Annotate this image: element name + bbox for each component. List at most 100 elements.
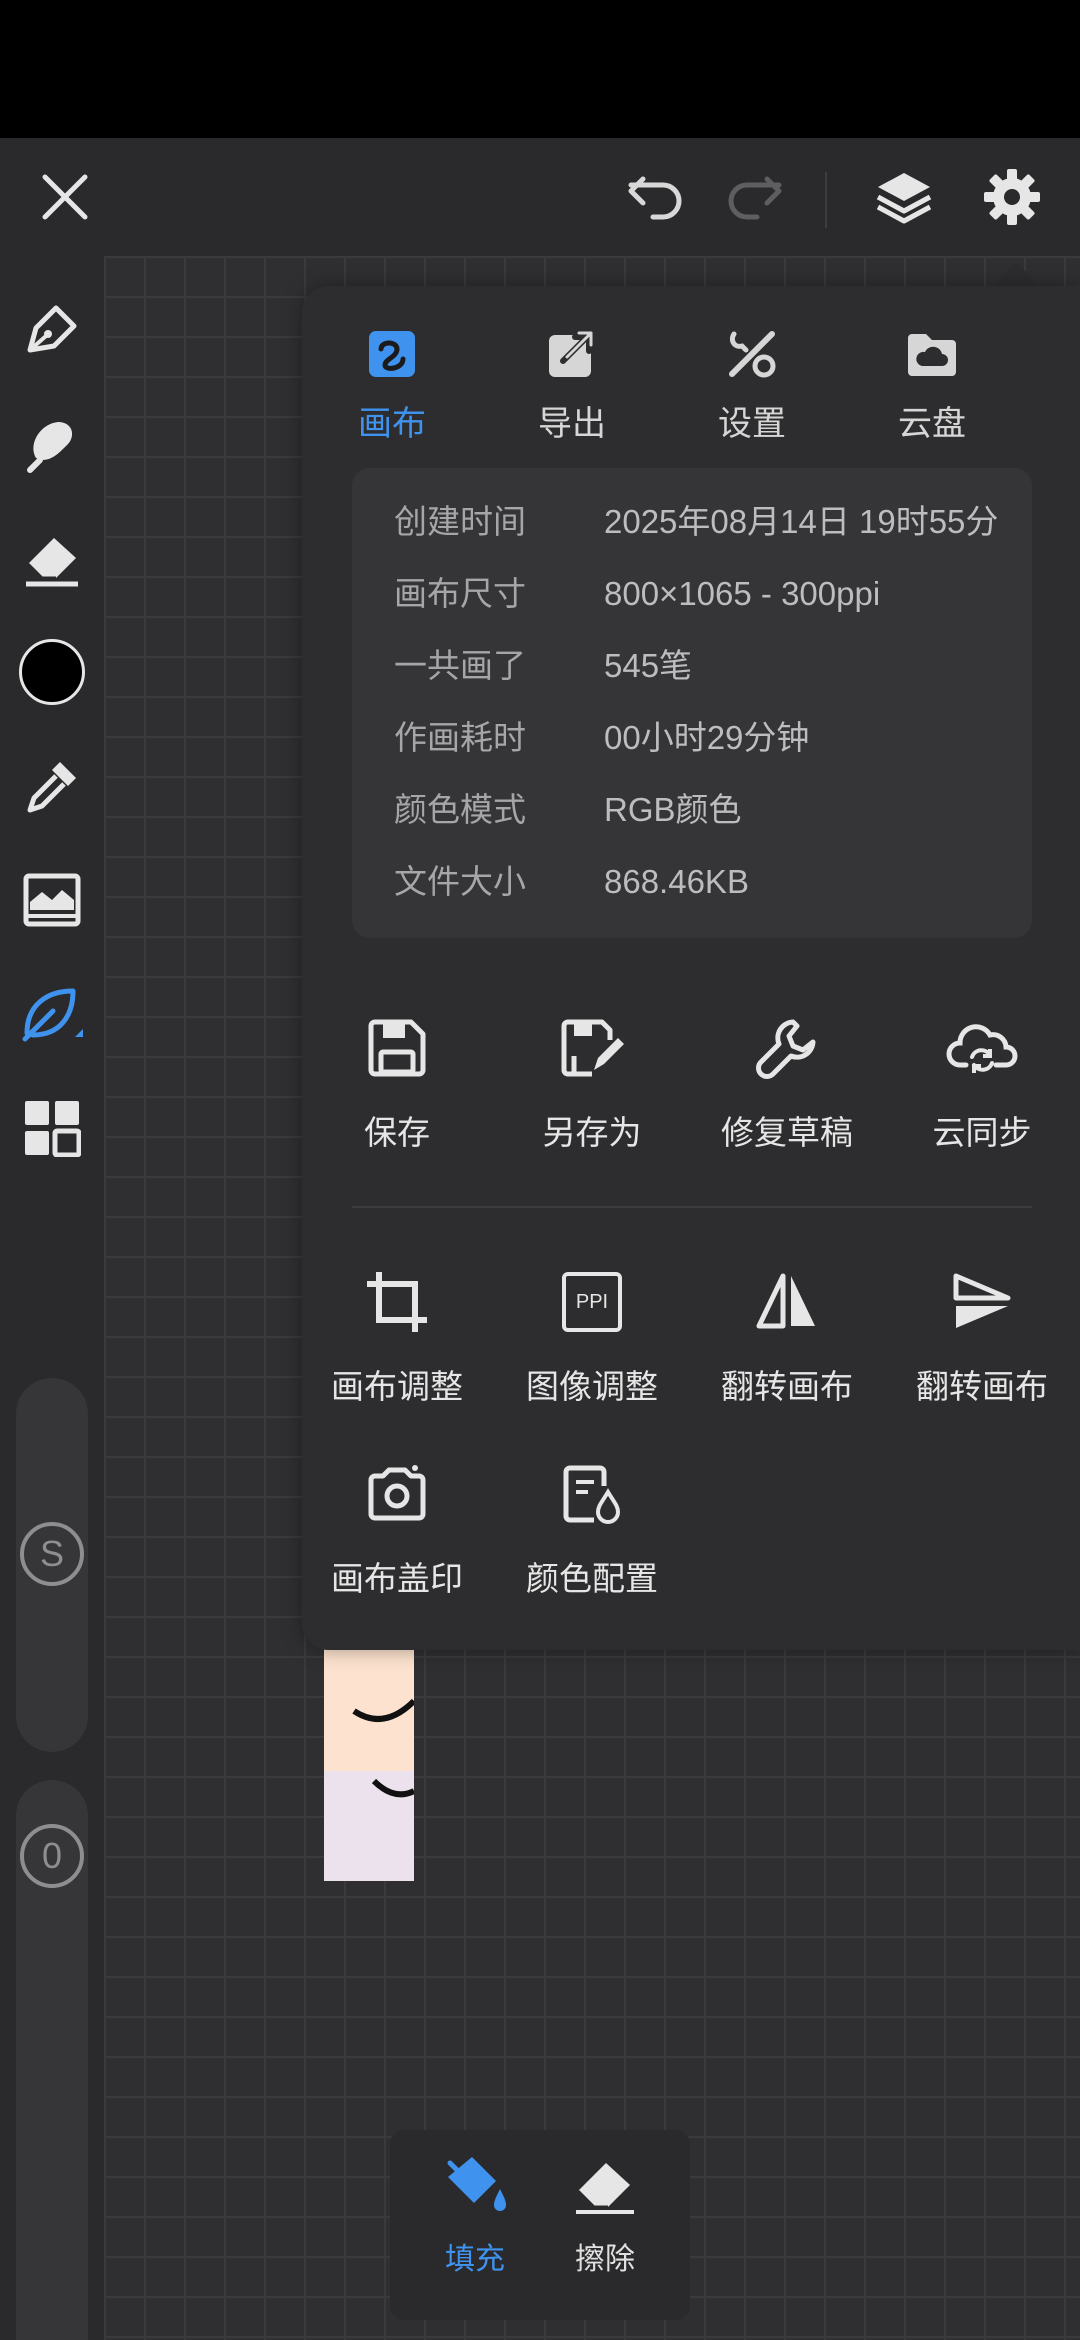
canvas-adjust-label: 画布调整 (331, 1367, 463, 1406)
repair-draft-label: 修复草稿 (721, 1113, 853, 1152)
info-row-color-mode: 颜色模式 RGB颜色 (394, 788, 1032, 860)
flip-horizontal-button[interactable]: 翻转画布 (702, 1262, 872, 1408)
undo-icon (628, 176, 682, 220)
layers-icon (876, 173, 932, 224)
image-adjust-label: 图像调整 (526, 1367, 658, 1406)
toolbar-divider (825, 172, 827, 228)
ppi-icon: PPI (562, 1272, 622, 1332)
tab-label: 画布 (358, 404, 426, 444)
tab-label: 云盘 (898, 404, 966, 444)
canvas-menu-popup: 画布 导出 设置 云盘 创建时间 2025年08月14日 19时55分 画布尺寸… (302, 286, 1080, 1650)
eyedropper-tool-button[interactable] (0, 736, 104, 836)
info-row-time: 作画耗时 00小时29分钟 (394, 716, 1032, 788)
close-button[interactable] (20, 138, 110, 256)
smudge-tool-button[interactable] (0, 394, 104, 494)
reference-image-icon (23, 873, 81, 927)
eraser-icon (576, 2163, 634, 2214)
color-profile-label: 颜色配置 (526, 1559, 658, 1598)
section-divider (352, 1206, 1032, 1208)
redo-icon (728, 176, 782, 220)
tab-label: 导出 (538, 404, 606, 444)
leaf-brush-icon (22, 988, 83, 1042)
canvas-icon (369, 331, 415, 377)
top-bar (0, 138, 1080, 256)
undo-button[interactable] (620, 138, 692, 256)
close-icon (42, 174, 88, 220)
cloud-drive-icon (908, 334, 956, 376)
eraser-tool-button[interactable] (0, 508, 104, 608)
canvas-info-card: 创建时间 2025年08月14日 19时55分 画布尺寸 800×1065 - … (352, 468, 1032, 938)
tab-export[interactable]: 导出 (482, 316, 662, 446)
info-key: 创建时间 (394, 502, 526, 541)
popup-arrow (990, 262, 1042, 288)
info-key: 画布尺寸 (394, 574, 526, 613)
save-as-button[interactable]: 另存为 (507, 1008, 677, 1154)
tab-label: 设置 (718, 404, 786, 444)
eyedropper-icon (27, 762, 76, 813)
leaf-brush-button[interactable] (0, 964, 104, 1064)
erase-label: 擦除 (575, 2242, 635, 2277)
layers-button[interactable] (864, 138, 944, 256)
save-button[interactable]: 保存 (312, 1008, 482, 1154)
info-row-created: 创建时间 2025年08月14日 19时55分 (394, 500, 1032, 572)
smudge-icon (27, 422, 73, 473)
menu-tabs: 画布 导出 设置 云盘 (302, 316, 1080, 446)
wrench-icon (756, 1019, 816, 1079)
info-key: 作画耗时 (394, 718, 526, 757)
info-value: 2025年08月14日 19时55分 (604, 503, 999, 540)
fill-button[interactable]: 填充 (410, 2150, 540, 2300)
flip-vertical-label: 翻转画布 (916, 1367, 1048, 1406)
status-bar (0, 0, 1080, 138)
image-adjust-button[interactable]: PPI 图像调整 (507, 1262, 677, 1408)
info-row-file-size: 文件大小 868.46KB (394, 860, 1032, 932)
canvas-adjust-button[interactable]: 画布调整 (312, 1262, 482, 1408)
pen-tool-button[interactable] (0, 280, 104, 380)
info-value: 00小时29分钟 (604, 719, 810, 756)
more-tools-button[interactable] (0, 1078, 104, 1178)
info-key: 一共画了 (394, 646, 526, 685)
settings-button[interactable] (972, 138, 1052, 256)
color-profile-button[interactable]: 颜色配置 (507, 1454, 677, 1600)
color-swatch (19, 639, 85, 705)
info-row-size: 画布尺寸 800×1065 - 300ppi (394, 572, 1032, 644)
flip-vertical-button[interactable]: 翻转画布 (897, 1262, 1067, 1408)
flip-horizontal-icon (756, 1273, 815, 1329)
fill-bucket-icon (447, 2157, 506, 2211)
color-picker-button[interactable] (0, 622, 104, 722)
redo-button[interactable] (718, 138, 790, 256)
info-value: 545笔 (604, 647, 693, 684)
left-toolbar: S 0 (0, 256, 104, 2340)
color-profile-icon (563, 1465, 621, 1524)
erase-button[interactable]: 擦除 (540, 2150, 670, 2300)
pen-icon (27, 305, 77, 353)
info-key: 颜色模式 (394, 790, 526, 829)
gear-icon (984, 169, 1040, 225)
cloud-sync-button[interactable]: 云同步 (897, 1008, 1067, 1154)
flip-horizontal-label: 翻转画布 (721, 1367, 853, 1406)
brush-size-knob[interactable]: S (20, 1522, 84, 1586)
save-as-icon (561, 1019, 624, 1077)
tab-cloud-drive[interactable]: 云盘 (842, 316, 1022, 446)
settings-tools-icon (729, 331, 776, 378)
fill-label: 填充 (445, 2242, 505, 2277)
repair-draft-button[interactable]: 修复草稿 (702, 1008, 872, 1154)
info-value: 868.46KB (604, 863, 749, 900)
reference-tool-button[interactable] (0, 850, 104, 950)
flip-vertical-icon (953, 1273, 1011, 1328)
eraser-icon (26, 538, 78, 587)
crop-icon (367, 1272, 427, 1332)
save-icon (368, 1019, 426, 1077)
canvas-stamp-button[interactable]: 画布盖印 (312, 1454, 482, 1600)
info-key: 文件大小 (394, 862, 526, 901)
camera-icon (368, 1465, 426, 1521)
save-as-label: 另存为 (542, 1113, 642, 1152)
cloud-sync-label: 云同步 (932, 1113, 1032, 1152)
grid-apps-icon (25, 1101, 81, 1157)
fill-toolbar: 填充 擦除 (390, 2130, 690, 2320)
export-icon (549, 331, 593, 377)
tab-settings[interactable]: 设置 (662, 316, 842, 446)
tab-canvas[interactable]: 画布 (302, 316, 482, 446)
opacity-knob[interactable]: 0 (20, 1824, 84, 1888)
info-value: RGB颜色 (604, 791, 742, 828)
info-row-strokes: 一共画了 545笔 (394, 644, 1032, 716)
